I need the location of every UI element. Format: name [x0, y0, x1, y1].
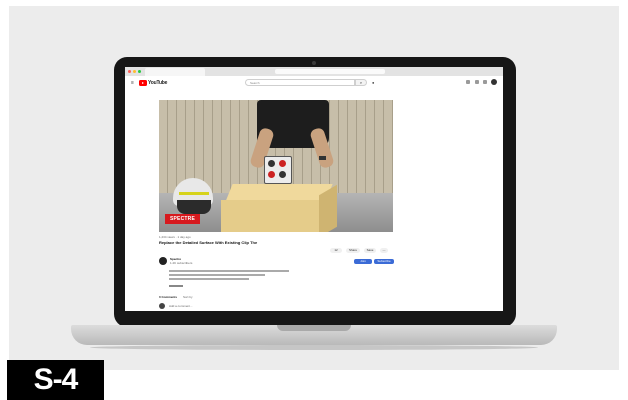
- notifications-icon[interactable]: [483, 80, 487, 84]
- device-button-black-icon: [279, 171, 286, 178]
- laptop-shadow: [90, 345, 538, 350]
- description-line: [169, 274, 265, 276]
- account-avatar[interactable]: [491, 79, 497, 85]
- video-control-box: [264, 156, 292, 184]
- channel-subscribers: 1.2K subscribers: [170, 261, 193, 265]
- browser-tab-bar: [125, 67, 503, 76]
- comments-header: 0 Comments: [159, 295, 178, 299]
- video-player[interactable]: SPECTRE: [159, 100, 393, 232]
- microphone-icon[interactable]: ●: [372, 80, 374, 85]
- device-button-red-icon: [268, 171, 275, 178]
- video-helmet-visor: [177, 200, 211, 214]
- minimize-window-icon[interactable]: [133, 70, 136, 73]
- add-comment-input[interactable]: Add a comment...: [169, 304, 193, 308]
- video-watch: [319, 156, 326, 160]
- like-button[interactable]: 12: [330, 248, 342, 253]
- browser-tab[interactable]: [145, 68, 205, 76]
- address-bar[interactable]: [275, 69, 385, 74]
- description-line: [169, 270, 289, 272]
- slide-badge: S-4: [7, 360, 104, 400]
- laptop-base-notch: [277, 325, 351, 331]
- create-icon[interactable]: [466, 80, 470, 84]
- device-button-red-icon: [279, 160, 286, 167]
- show-more-link[interactable]: [169, 285, 183, 287]
- apps-icon[interactable]: [475, 80, 479, 84]
- subscribe-button[interactable]: Subscribe: [374, 259, 394, 264]
- commenter-avatar: [159, 303, 165, 309]
- webcam-icon: [312, 61, 316, 65]
- video-title: Replace the Detailed Surface With Existi…: [159, 240, 258, 245]
- maximize-window-icon[interactable]: [138, 70, 141, 73]
- laptop-screen: ≡ YouTube Search ⌕ ● SPECTRE 1,234 views…: [125, 67, 503, 311]
- channel-avatar[interactable]: [159, 257, 167, 265]
- description-line: [169, 278, 249, 280]
- more-options-icon[interactable]: ⋯: [380, 248, 388, 253]
- save-button[interactable]: Save: [364, 248, 376, 253]
- sort-comments-button[interactable]: Sort by: [183, 295, 193, 299]
- search-input[interactable]: Search: [245, 79, 355, 86]
- join-button[interactable]: Join: [354, 259, 372, 264]
- youtube-logo-text[interactable]: YouTube: [148, 80, 167, 86]
- menu-icon[interactable]: ≡: [131, 81, 134, 86]
- spectre-watermark-logo: SPECTRE: [165, 214, 200, 224]
- close-window-icon[interactable]: [128, 70, 131, 73]
- device-button-black-icon: [268, 160, 275, 167]
- play-icon: [142, 81, 144, 84]
- video-meta: 1,234 views · 1 day ago: [159, 235, 191, 239]
- search-button[interactable]: ⌕: [355, 79, 367, 86]
- share-button[interactable]: Share: [346, 248, 360, 253]
- video-foam-block: [221, 200, 321, 232]
- video-helmet-band: [179, 192, 209, 195]
